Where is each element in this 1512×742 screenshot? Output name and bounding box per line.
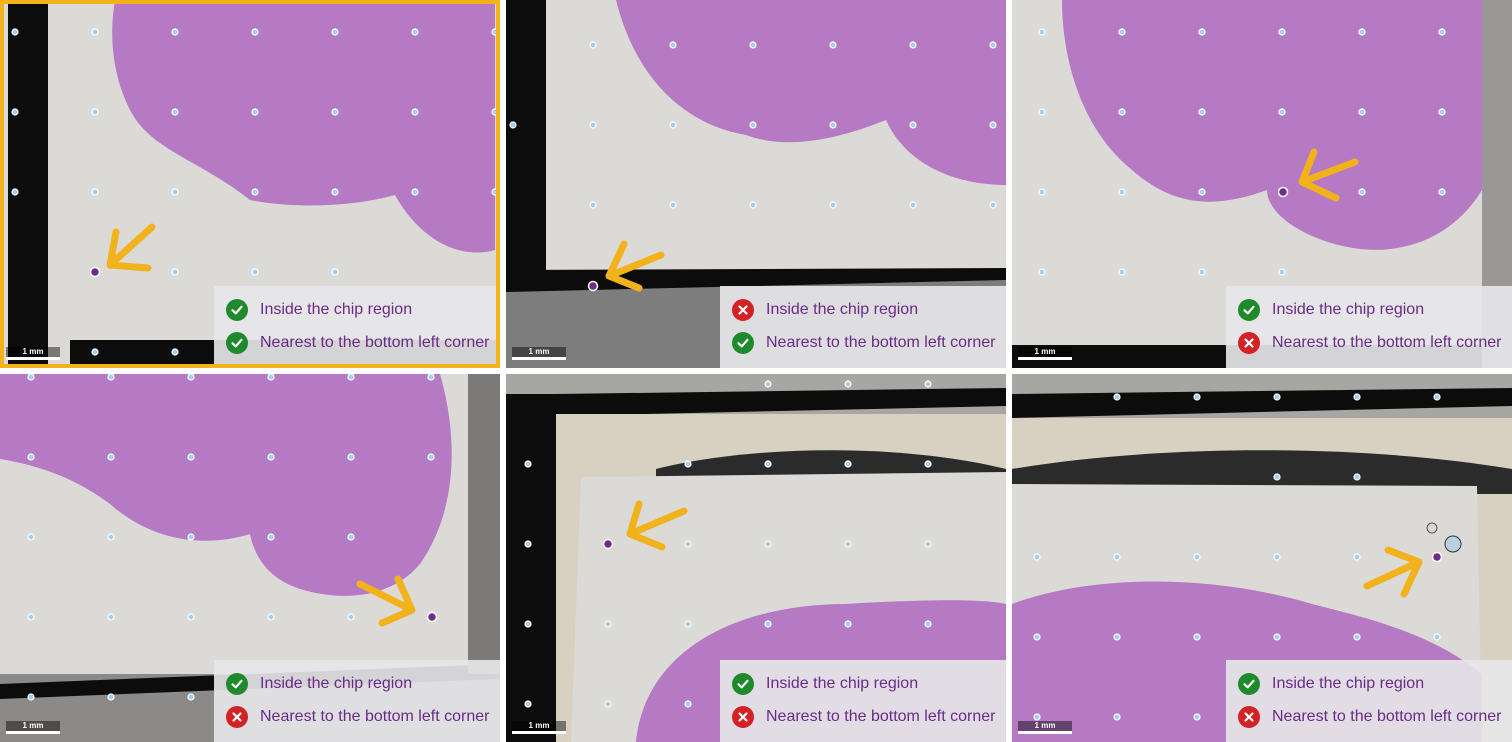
scale-label: 1 mm	[6, 721, 60, 731]
check-icon	[1238, 673, 1260, 695]
cross-icon	[732, 299, 754, 321]
criterion-inside-chip: Inside the chip region	[1238, 297, 1424, 323]
criterion-label: Inside the chip region	[260, 301, 413, 318]
criteria-legend: Inside the chip region Nearest to the bo…	[720, 660, 1006, 742]
criterion-nearest-corner: Nearest to the bottom left corner	[226, 330, 489, 356]
criterion-label: Nearest to the bottom left corner	[260, 334, 490, 351]
scale-bar: 1 mm	[6, 347, 60, 360]
panel-5[interactable]: 1 mm Inside the chip region Nearest to t…	[506, 374, 1006, 742]
criterion-label: Nearest to the bottom left corner	[766, 708, 996, 725]
criterion-label: Nearest to the bottom left corner	[766, 334, 996, 351]
panel-2[interactable]: 1 mm Inside the chip region Nearest to t…	[506, 0, 1006, 368]
criterion-label: Nearest to the bottom left corner	[260, 708, 490, 725]
criterion-label: Inside the chip region	[1272, 675, 1425, 692]
scale-label: 1 mm	[1018, 347, 1072, 357]
check-icon	[1238, 299, 1260, 321]
panel-3[interactable]: 1 mm Inside the chip region Nearest to t…	[1012, 0, 1512, 368]
scale-label: 1 mm	[512, 347, 566, 357]
scale-label: 1 mm	[1018, 721, 1072, 731]
criterion-nearest-corner: Nearest to the bottom left corner	[1238, 704, 1501, 730]
criterion-label: Inside the chip region	[766, 301, 919, 318]
criterion-label: Inside the chip region	[766, 675, 919, 692]
criterion-label: Nearest to the bottom left corner	[1272, 334, 1502, 351]
cross-icon	[732, 706, 754, 728]
cross-icon	[1238, 706, 1260, 728]
criterion-nearest-corner: Nearest to the bottom left corner	[1238, 330, 1501, 356]
criteria-legend: Inside the chip region Nearest to the bo…	[1226, 286, 1512, 368]
cross-icon	[1238, 332, 1260, 354]
check-icon	[732, 332, 754, 354]
scale-bar: 1 mm	[512, 721, 566, 734]
criteria-legend: Inside the chip region Nearest to the bo…	[214, 286, 500, 368]
scale-bar: 1 mm	[6, 721, 60, 734]
criterion-nearest-corner: Nearest to the bottom left corner	[226, 704, 489, 730]
criterion-inside-chip: Inside the chip region	[226, 671, 412, 697]
criterion-nearest-corner: Nearest to the bottom left corner	[732, 704, 995, 730]
panel-6[interactable]: 1 mm Inside the chip region Nearest to t…	[1012, 374, 1512, 742]
criterion-nearest-corner: Nearest to the bottom left corner	[732, 330, 995, 356]
criteria-legend: Inside the chip region Nearest to the bo…	[214, 660, 500, 742]
check-icon	[732, 673, 754, 695]
scale-bar: 1 mm	[1018, 721, 1072, 734]
scale-bar: 1 mm	[512, 347, 566, 360]
criterion-inside-chip: Inside the chip region	[732, 297, 918, 323]
check-icon	[226, 332, 248, 354]
scale-bar: 1 mm	[1018, 347, 1072, 360]
check-icon	[226, 299, 248, 321]
scale-label: 1 mm	[512, 721, 566, 731]
check-icon	[226, 673, 248, 695]
cross-icon	[226, 706, 248, 728]
criterion-label: Inside the chip region	[1272, 301, 1425, 318]
scale-label: 1 mm	[6, 347, 60, 357]
panel-1[interactable]: 1 mm Inside the chip region Nearest to t…	[0, 0, 500, 368]
criterion-inside-chip: Inside the chip region	[1238, 671, 1424, 697]
criteria-legend: Inside the chip region Nearest to the bo…	[1226, 660, 1512, 742]
criterion-inside-chip: Inside the chip region	[226, 297, 412, 323]
criterion-label: Nearest to the bottom left corner	[1272, 708, 1502, 725]
criterion-label: Inside the chip region	[260, 675, 413, 692]
panel-4[interactable]: 1 mm Inside the chip region Nearest to t…	[0, 374, 500, 742]
criteria-legend: Inside the chip region Nearest to the bo…	[720, 286, 1006, 368]
criterion-inside-chip: Inside the chip region	[732, 671, 918, 697]
